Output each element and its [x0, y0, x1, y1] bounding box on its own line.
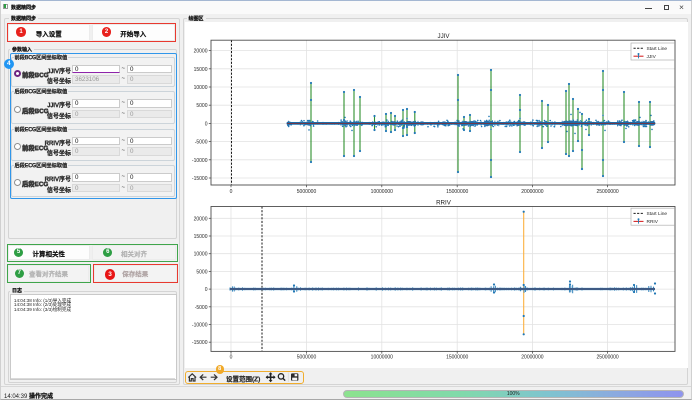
svg-text:10000000: 10000000: [371, 354, 393, 360]
svg-text:-10000: -10000: [192, 158, 208, 164]
svg-text:5000000: 5000000: [297, 189, 317, 195]
svg-text:-5000: -5000: [195, 305, 208, 311]
svg-text:JJIV: JJIV: [647, 54, 657, 60]
svg-text:25000000: 25000000: [596, 189, 618, 195]
svg-text:5000: 5000: [196, 269, 207, 275]
svg-text:0: 0: [230, 189, 233, 195]
svg-text:5000000: 5000000: [297, 354, 317, 360]
svg-text:RRIV: RRIV: [436, 199, 452, 206]
svg-text:15000: 15000: [194, 67, 208, 73]
svg-text:25000000: 25000000: [596, 354, 618, 360]
svg-text:0: 0: [230, 354, 233, 360]
svg-text:15000: 15000: [194, 234, 208, 240]
svg-text:JJIV: JJIV: [437, 33, 450, 40]
svg-text:0: 0: [205, 121, 208, 127]
svg-text:20000: 20000: [194, 216, 208, 222]
svg-text:10000000: 10000000: [371, 189, 393, 195]
svg-text:20000000: 20000000: [521, 354, 543, 360]
svg-text:Start Line: Start Line: [647, 211, 668, 217]
svg-text:RRIV: RRIV: [647, 219, 659, 225]
svg-text:15000000: 15000000: [446, 354, 468, 360]
svg-text:20000: 20000: [194, 49, 208, 55]
svg-text:10000: 10000: [194, 85, 208, 91]
svg-text:0: 0: [205, 287, 208, 293]
svg-text:15000000: 15000000: [446, 189, 468, 195]
svg-text:10000: 10000: [194, 252, 208, 258]
svg-text:-15000: -15000: [192, 176, 208, 182]
svg-text:Start Line: Start Line: [647, 46, 668, 52]
svg-text:-15000: -15000: [192, 340, 208, 346]
svg-text:5000: 5000: [196, 103, 207, 109]
svg-text:-5000: -5000: [195, 140, 208, 146]
svg-text:-10000: -10000: [192, 323, 208, 329]
svg-text:20000000: 20000000: [521, 189, 543, 195]
